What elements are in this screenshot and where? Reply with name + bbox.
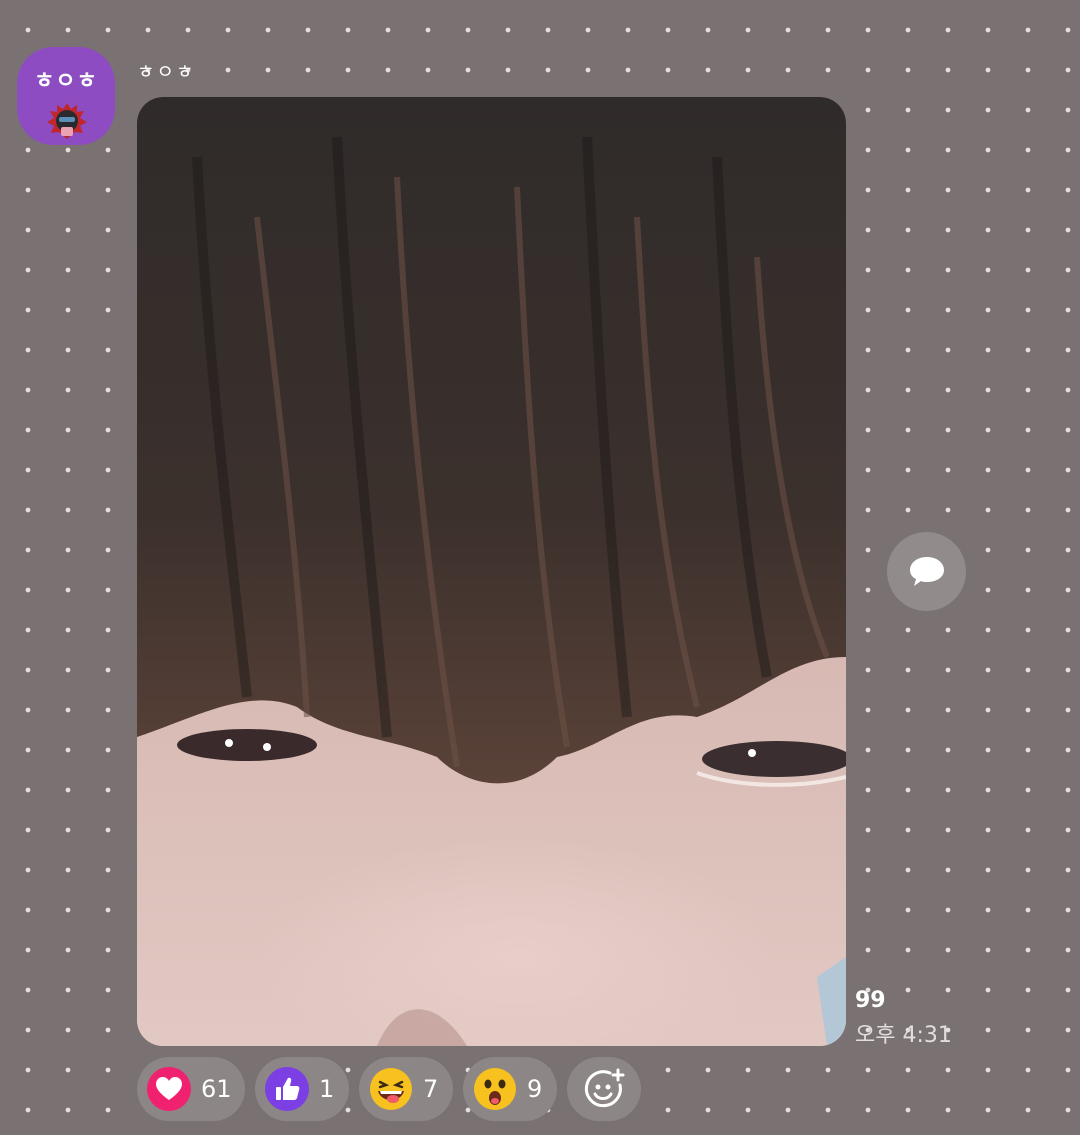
speech-bubble-icon (909, 556, 944, 586)
reaction-heart[interactable]: 61 (137, 1057, 245, 1121)
message-timestamp: 오후 4:31 (855, 1023, 952, 1048)
add-emoji-icon (584, 1068, 625, 1108)
avatar-text: ㅎㅇㅎ (34, 69, 98, 94)
photo-image (137, 97, 846, 1046)
reaction-surprised[interactable]: 9 (463, 1057, 557, 1121)
sender-avatar[interactable]: ㅎㅇㅎ (17, 47, 115, 145)
add-reaction-button[interactable] (567, 1057, 641, 1121)
sender-name: ㅎㅇㅎ (137, 61, 196, 83)
thumbs-up-icon (265, 1067, 309, 1111)
read-count: 99 (855, 988, 886, 1013)
reaction-count: 1 (319, 1075, 335, 1103)
grinning-tongue-emoji-icon (370, 1068, 412, 1110)
reaction-count: 9 (527, 1075, 543, 1103)
reaction-laugh[interactable]: 7 (359, 1057, 453, 1121)
reaction-count: 7 (423, 1075, 439, 1103)
reaction-thumbs-up[interactable]: 1 (255, 1057, 349, 1121)
comment-button[interactable] (887, 532, 966, 611)
surprised-emoji-icon (474, 1068, 516, 1110)
avatar-character-icon (47, 103, 87, 139)
heart-icon (147, 1067, 191, 1111)
message-photo[interactable] (137, 97, 846, 1046)
reaction-count: 61 (201, 1075, 232, 1103)
